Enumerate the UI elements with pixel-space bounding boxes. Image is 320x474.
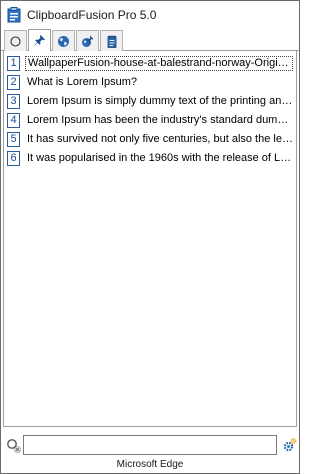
circle-icon (10, 35, 21, 47)
tab-strip (1, 29, 299, 51)
clip-list: 1 WallpaperFusion-house-at-balestrand-nor… (4, 51, 296, 168)
tab-online-sync[interactable] (52, 30, 75, 51)
clip-item[interactable]: 6 It was popularised in the 1960s with th… (4, 149, 296, 168)
title-bar[interactable]: ClipboardFusion Pro 5.0 (1, 1, 299, 29)
clip-text: It has survived not only five centuries,… (27, 133, 293, 145)
settings-icon[interactable] (283, 437, 297, 453)
clip-item[interactable]: 5 It has survived not only five centuries… (4, 130, 296, 149)
clip-text: Lorem Ipsum is simply dummy text of the … (27, 95, 293, 107)
active-application-label: Microsoft Edge (116, 459, 184, 470)
clip-number: 4 (7, 113, 20, 128)
tab-clipboard-history[interactable] (4, 30, 27, 51)
clip-list-pane[interactable]: 1 WallpaperFusion-house-at-balestrand-nor… (3, 51, 297, 427)
clip-number: 2 (7, 75, 20, 90)
clip-number: 5 (7, 132, 20, 147)
clipboardfusion-window: ClipboardFusion Pro 5.0 1 WallpaperFusio… (0, 0, 300, 474)
clip-text: It was popularised in the 1960s with the… (27, 152, 293, 164)
clip-item[interactable]: 3 Lorem Ipsum is simply dummy text of the… (4, 92, 296, 111)
clip-number: 1 (7, 56, 20, 71)
search-clear-icon[interactable] (6, 438, 21, 453)
clip-number: 6 (7, 151, 20, 166)
pin-icon (33, 34, 46, 47)
window-title: ClipboardFusion Pro 5.0 (27, 8, 157, 22)
notepad-icon (106, 35, 118, 48)
clip-number: 3 (7, 94, 20, 109)
clip-text: Lorem Ipsum has been the industry's stan… (27, 114, 293, 126)
clip-item[interactable]: 2 What is Lorem Ipsum? (4, 73, 296, 92)
clip-item[interactable]: 1 WallpaperFusion-house-at-balestrand-nor… (4, 54, 296, 73)
tab-pinned[interactable] (28, 29, 51, 51)
clip-text: WallpaperFusion-house-at-balestrand-norw… (25, 56, 293, 71)
tab-notes[interactable] (100, 30, 123, 51)
globe-pin-icon (81, 35, 94, 48)
globe-icon (57, 35, 70, 48)
tab-online-pinned[interactable] (76, 30, 99, 51)
clipboardfusion-app-icon (7, 7, 21, 23)
clip-item[interactable]: 4 Lorem Ipsum has been the industry's sta… (4, 111, 296, 130)
clip-text: What is Lorem Ipsum? (27, 76, 138, 88)
search-input[interactable] (23, 435, 277, 455)
